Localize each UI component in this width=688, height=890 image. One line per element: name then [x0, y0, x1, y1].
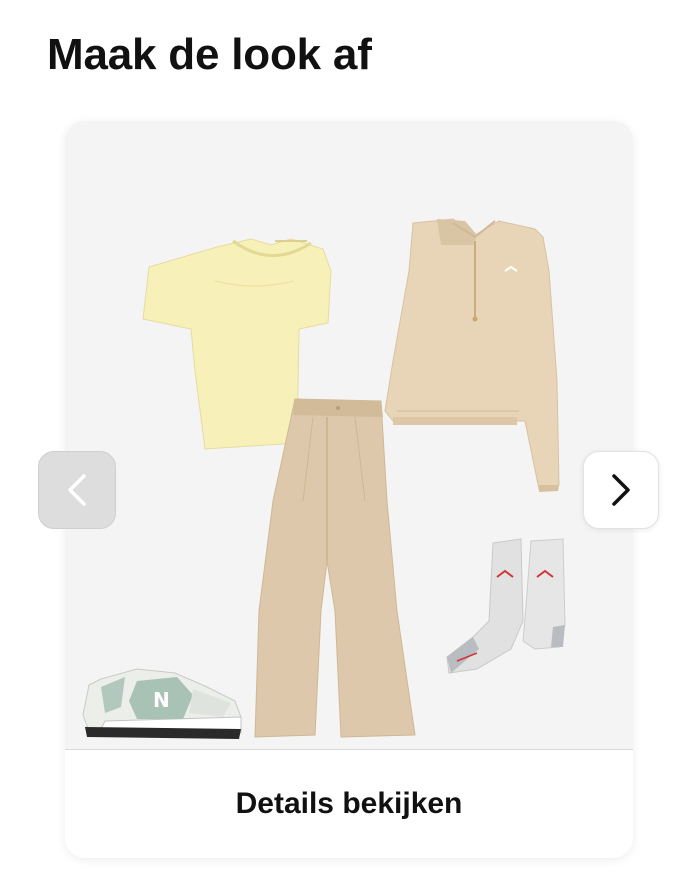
- sweatshirt-icon: [384, 218, 560, 492]
- trousers-icon: [254, 398, 416, 738]
- chevron-right-icon: [612, 474, 630, 506]
- carousel-next-button[interactable]: [583, 451, 659, 529]
- section-title: Maak de look af: [47, 30, 372, 79]
- outfit-image[interactable]: N: [65, 121, 633, 750]
- sneaker-icon: N: [82, 668, 242, 739]
- details-button[interactable]: Details bekijken: [65, 750, 633, 858]
- socks-icon: [446, 538, 566, 674]
- outfit-card[interactable]: N Details bekijken: [65, 121, 633, 858]
- svg-text:N: N: [153, 688, 170, 712]
- chevron-left-icon: [68, 474, 86, 506]
- page: Maak de look af N Details bekijken: [0, 0, 688, 890]
- carousel-prev-button[interactable]: [38, 451, 116, 529]
- outfit-illustration: N: [82, 218, 566, 739]
